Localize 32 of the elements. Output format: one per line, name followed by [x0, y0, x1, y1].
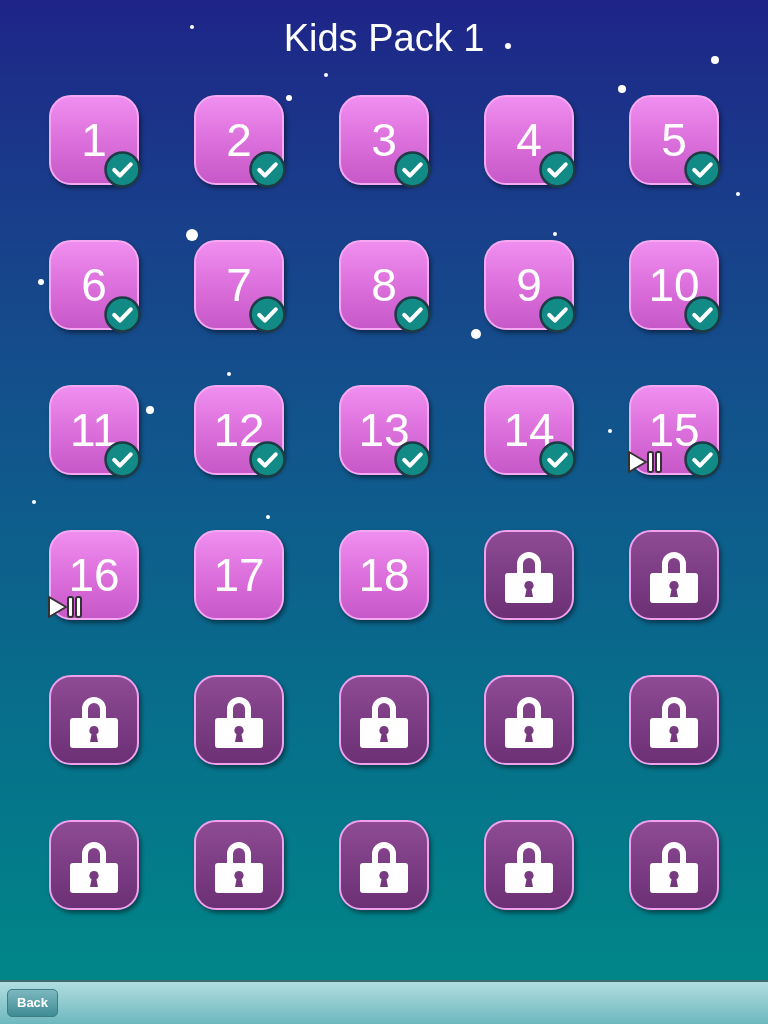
- locked-level-button[interactable]: [629, 530, 719, 620]
- pack-title: Kids Pack 1: [283, 16, 485, 61]
- level-button[interactable]: 11: [49, 385, 139, 475]
- locked-level-button[interactable]: [339, 820, 429, 910]
- level-button[interactable]: 8: [339, 240, 429, 330]
- level-button[interactable]: 5: [629, 95, 719, 185]
- level-button[interactable]: 14: [484, 385, 574, 475]
- level-button[interactable]: 15: [629, 385, 719, 475]
- locked-level-button[interactable]: [339, 675, 429, 765]
- level-button[interactable]: 4: [484, 95, 574, 185]
- level-button[interactable]: 17: [194, 530, 284, 620]
- locked-level-button[interactable]: [484, 675, 574, 765]
- level-button[interactable]: 18: [339, 530, 429, 620]
- level-button[interactable]: 3: [339, 95, 429, 185]
- locked-level-button[interactable]: [629, 820, 719, 910]
- locked-level-button[interactable]: [484, 820, 574, 910]
- level-button[interactable]: 12: [194, 385, 284, 475]
- locked-level-button[interactable]: [194, 675, 284, 765]
- level-button[interactable]: 1: [49, 95, 139, 185]
- level-button[interactable]: 16: [49, 530, 139, 620]
- locked-level-button[interactable]: [49, 820, 139, 910]
- back-button[interactable]: Back: [7, 989, 59, 1017]
- level-button[interactable]: 2: [194, 95, 284, 185]
- level-button[interactable]: 9: [484, 240, 574, 330]
- locked-level-button[interactable]: [49, 675, 139, 765]
- level-button[interactable]: 6: [49, 240, 139, 330]
- level-button[interactable]: 13: [339, 385, 429, 475]
- locked-level-button[interactable]: [484, 530, 574, 620]
- locked-level-button[interactable]: [194, 820, 284, 910]
- level-button[interactable]: 10: [629, 240, 719, 330]
- locked-level-button[interactable]: [629, 675, 719, 765]
- level-button[interactable]: 7: [194, 240, 284, 330]
